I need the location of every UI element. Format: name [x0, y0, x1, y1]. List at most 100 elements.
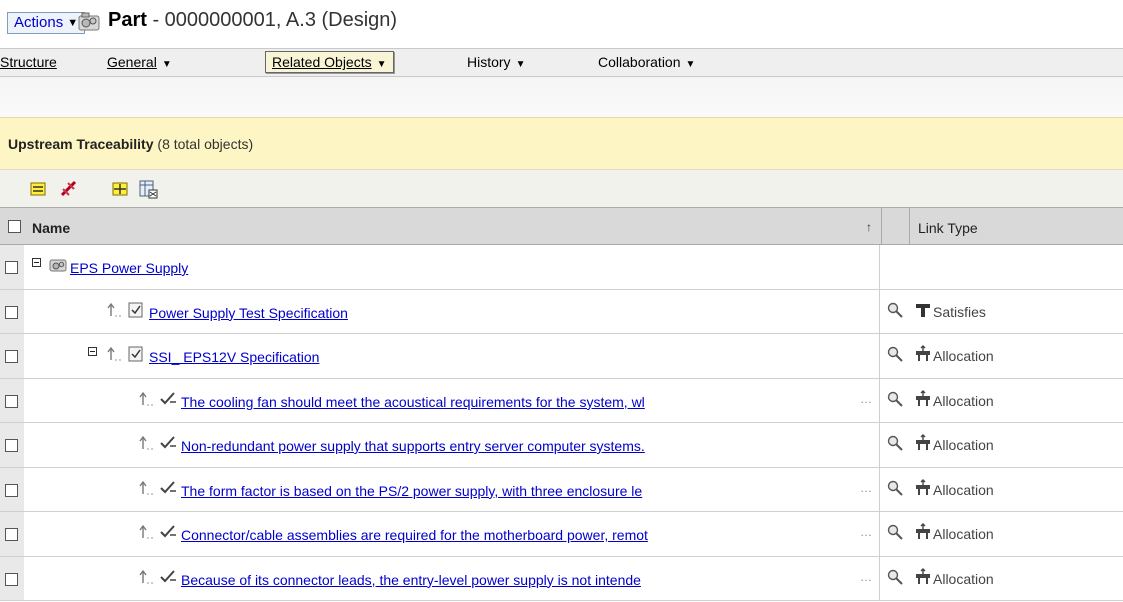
tab-related-objects[interactable]: Related Objects ▼	[265, 51, 394, 73]
info-cell	[882, 468, 909, 512]
truncation-ellipsis: …	[860, 525, 872, 539]
row-name-link[interactable]: Power Supply Test Specification	[149, 305, 348, 321]
row-name-link[interactable]: The form factor is based on the PS/2 pow…	[181, 483, 857, 499]
collapse-all-icon[interactable]	[28, 179, 48, 199]
row-name-link[interactable]: Non-redundant power supply that supports…	[181, 438, 857, 454]
satisfies-link-icon	[916, 303, 930, 317]
link-type-text: Allocation	[933, 392, 994, 409]
row-checkbox[interactable]	[5, 305, 18, 319]
info-cell	[882, 557, 909, 601]
info-cell	[882, 423, 909, 467]
row-name-link[interactable]: Connector/cable assemblies are required …	[181, 527, 857, 543]
row-checkbox[interactable]	[5, 394, 18, 408]
part-icon	[78, 12, 100, 31]
upstream-trace-icon	[139, 569, 153, 583]
upstream-trace-icon	[139, 480, 153, 494]
export-table-icon[interactable]	[138, 179, 158, 199]
tab-collaboration[interactable]: Collaboration ▼	[598, 54, 695, 70]
link-type-cell: Allocation	[911, 379, 1123, 423]
info-magnifier-icon[interactable]	[886, 568, 904, 586]
truncation-ellipsis: …	[860, 480, 872, 495]
table-title: Upstream Traceability (8 total objects)	[8, 136, 254, 152]
info-magnifier-icon[interactable]	[886, 479, 904, 497]
column-header-link-type[interactable]: Link Type	[918, 220, 978, 236]
link-type-cell: Allocation	[911, 468, 1123, 512]
allocation-link-icon	[916, 434, 930, 450]
info-cell	[882, 512, 909, 556]
allocation-link-icon	[916, 478, 930, 495]
requirement-icon	[160, 436, 176, 449]
row-checkbox[interactable]	[5, 261, 18, 274]
column-divider	[879, 334, 880, 378]
link-type-text: Allocation	[933, 437, 994, 453]
table-toolbar	[0, 169, 1123, 207]
row-name-link[interactable]: SSI_ EPS12V Specification	[149, 349, 319, 365]
row-select-cell	[0, 289, 24, 333]
tab-general[interactable]: General ▼	[107, 54, 172, 70]
caret-down-icon: ▼	[685, 59, 696, 70]
link-type-cell: Allocation	[911, 334, 1123, 378]
remove-link-icon[interactable]	[59, 179, 79, 199]
upstream-trace-icon	[139, 391, 153, 405]
info-magnifier-icon[interactable]	[886, 345, 904, 363]
row-checkbox[interactable]	[5, 350, 18, 363]
info-cell	[882, 334, 909, 378]
name-cell: Connector/cable assemblies are required …	[24, 512, 881, 556]
row-checkbox[interactable]	[5, 483, 18, 497]
requirement-icon	[160, 525, 176, 538]
table-title-bar: Upstream Traceability (8 total objects)	[0, 117, 1123, 169]
row-name-link[interactable]: Because of its connector leads, the entr…	[181, 572, 857, 588]
column-divider	[879, 423, 880, 467]
link-type-text: Allocation	[933, 348, 994, 364]
column-divider	[881, 208, 882, 244]
row-select-cell	[0, 467, 24, 511]
info-magnifier-icon[interactable]	[886, 301, 904, 319]
specification-icon	[128, 346, 143, 362]
name-cell: SSI_ EPS12V Specification	[24, 334, 881, 378]
row-select-cell	[0, 378, 24, 422]
table-row: The cooling fan should meet the acoustic…	[0, 378, 1123, 423]
link-type-text: Allocation	[933, 481, 994, 498]
name-cell: EPS Power Supply	[24, 245, 881, 289]
upstream-trace-icon	[107, 302, 121, 316]
column-divider	[879, 556, 880, 600]
row-select-cell	[0, 245, 24, 289]
table-header: Name ↑ Link Type	[0, 207, 1123, 245]
table-row: The form factor is based on the PS/2 pow…	[0, 467, 1123, 512]
name-cell: The cooling fan should meet the acoustic…	[24, 379, 881, 423]
tab-structure[interactable]: Structure	[0, 54, 57, 70]
column-header-name[interactable]: Name	[32, 220, 70, 236]
row-checkbox[interactable]	[5, 439, 18, 452]
collapse-toggle-icon[interactable]	[88, 347, 97, 356]
row-name-link[interactable]: EPS Power Supply	[70, 260, 188, 276]
link-type-text: Allocation	[933, 570, 994, 587]
tab-history[interactable]: History ▼	[467, 54, 525, 70]
upstream-trace-icon	[107, 346, 121, 361]
table-row: SSI_ EPS12V Specification Allocation	[0, 334, 1123, 379]
requirement-icon	[160, 391, 176, 404]
spacer-band	[0, 77, 1123, 117]
name-cell: Because of its connector leads, the entr…	[24, 557, 881, 601]
actions-label: Actions	[14, 14, 64, 31]
info-magnifier-icon[interactable]	[886, 390, 904, 408]
actions-menu-button[interactable]: Actions ▼	[7, 12, 86, 34]
info-magnifier-icon[interactable]	[886, 434, 904, 452]
allocation-link-icon	[916, 567, 930, 584]
column-divider	[879, 245, 880, 289]
select-all-checkbox[interactable]	[8, 220, 21, 233]
caret-down-icon: ▼	[67, 17, 79, 29]
link-type-cell: Allocation	[911, 512, 1123, 556]
row-name-link[interactable]: The cooling fan should meet the acoustic…	[181, 394, 857, 410]
info-cell	[882, 379, 909, 423]
caret-down-icon: ▼	[161, 59, 172, 70]
row-checkbox[interactable]	[5, 528, 18, 541]
expand-all-icon[interactable]	[110, 179, 130, 199]
info-magnifier-icon[interactable]	[886, 523, 904, 541]
nav-bar: Structure General ▼ Related Objects ▼ Hist…	[0, 48, 1123, 77]
column-divider	[909, 208, 910, 244]
table-row: Non-redundant power supply that supports…	[0, 423, 1123, 468]
row-checkbox[interactable]	[5, 572, 18, 586]
collapse-toggle-icon[interactable]	[32, 258, 41, 267]
row-select-cell	[0, 334, 24, 378]
column-divider	[879, 512, 880, 556]
